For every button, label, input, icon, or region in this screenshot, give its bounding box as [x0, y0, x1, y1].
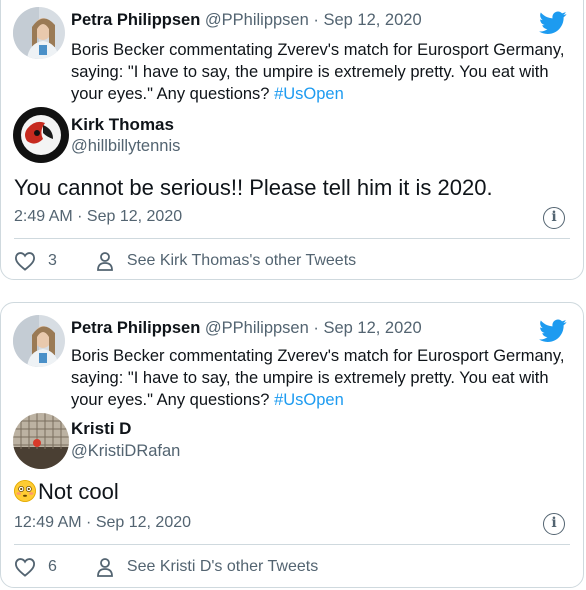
heart-icon[interactable]	[14, 251, 36, 271]
reply-author-avatar[interactable]	[13, 413, 69, 469]
tweet-actions: 6 See Kristi D's other Tweets	[14, 557, 318, 577]
heart-icon[interactable]	[14, 557, 36, 577]
like-count[interactable]: 6	[48, 558, 57, 576]
divider	[14, 238, 570, 239]
reply-tweet-text: Not cool	[14, 479, 119, 505]
person-icon[interactable]	[95, 557, 115, 577]
person-icon[interactable]	[95, 251, 115, 271]
like-count[interactable]: 3	[48, 252, 57, 270]
see-other-tweets-link[interactable]: See Kirk Thomas's other Tweets	[127, 252, 356, 270]
reply-author-handle[interactable]: @hillbillytennis	[71, 137, 180, 156]
quoted-tweet-text: Boris Becker commentating Zverev's match…	[71, 41, 565, 103]
quoted-author-handle-date[interactable]: @PPhilippsen · Sep 12, 2020	[205, 319, 422, 337]
info-icon[interactable]: i	[543, 513, 565, 535]
twitter-bird-icon[interactable]	[539, 11, 567, 35]
tweet-actions: 3 See Kirk Thomas's other Tweets	[14, 251, 356, 271]
quoted-author-name[interactable]: Petra Philippsen	[71, 319, 200, 337]
divider	[14, 544, 570, 545]
quoted-tweet-text: Boris Becker commentating Zverev's match…	[71, 347, 565, 409]
quoted-author-avatar[interactable]	[13, 315, 65, 367]
embedded-tweet-card: Petra Philippsen @PPhilippsen · Sep 12, …	[0, 0, 584, 280]
reply-tweet-text: You cannot be serious!! Please tell him …	[14, 175, 493, 200]
reply-author-name[interactable]: Kristi D	[71, 419, 131, 439]
info-icon[interactable]: i	[543, 207, 565, 229]
embedded-tweet-card: Petra Philippsen @PPhilippsen · Sep 12, …	[0, 302, 584, 588]
quoted-tweet-header: Petra Philippsen @PPhilippsen · Sep 12, …	[71, 319, 422, 338]
quoted-tweet-header: Petra Philippsen @PPhilippsen · Sep 12, …	[71, 11, 422, 30]
see-other-tweets-link[interactable]: See Kristi D's other Tweets	[127, 558, 318, 576]
reply-author-name[interactable]: Kirk Thomas	[71, 115, 174, 135]
flushed-face-emoji	[14, 480, 36, 502]
quoted-author-avatar[interactable]	[13, 7, 65, 59]
quoted-author-handle-date[interactable]: @PPhilippsen · Sep 12, 2020	[205, 11, 422, 29]
tweet-timestamp[interactable]: 12:49 AM · Sep 12, 2020	[14, 514, 191, 532]
twitter-bird-icon[interactable]	[539, 319, 567, 343]
reply-author-avatar[interactable]	[13, 107, 69, 163]
quoted-author-name[interactable]: Petra Philippsen	[71, 11, 200, 29]
hashtag-link[interactable]: #UsOpen	[274, 85, 344, 103]
hashtag-link[interactable]: #UsOpen	[274, 391, 344, 409]
reply-author-handle[interactable]: @KristiDRafan	[71, 442, 180, 461]
tweet-timestamp[interactable]: 2:49 AM · Sep 12, 2020	[14, 208, 182, 226]
